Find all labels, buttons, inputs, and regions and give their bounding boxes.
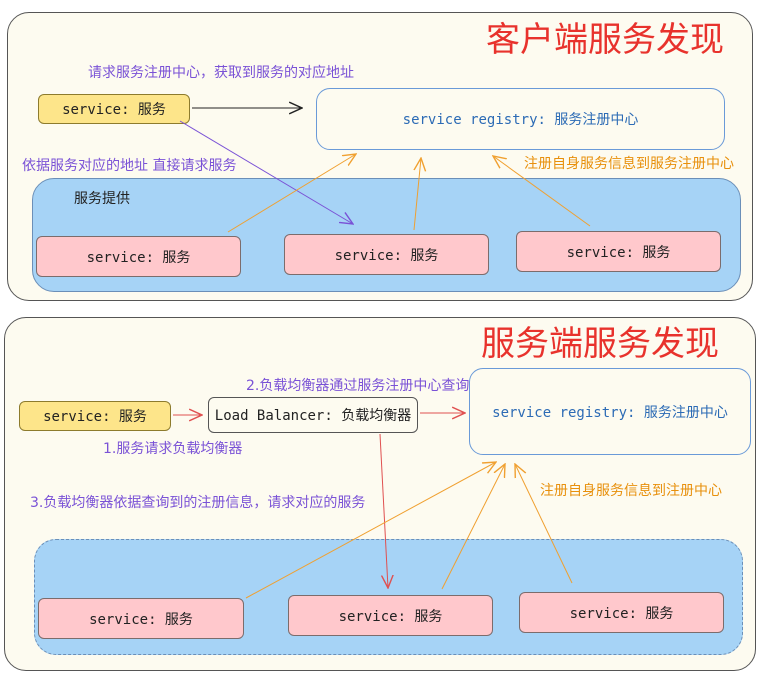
arrow-lb-to-service2 (379, 433, 388, 588)
arrow-register-service2 (414, 158, 421, 231)
arrow-register-server-service2 (441, 464, 505, 590)
arrow-register-server-service1 (245, 462, 496, 599)
arrow-layer (173, 0, 591, 599)
arrow-register-server-service3 (515, 464, 573, 584)
arrow-register-service1 (227, 154, 356, 233)
arrow-register-service3 (493, 156, 591, 227)
